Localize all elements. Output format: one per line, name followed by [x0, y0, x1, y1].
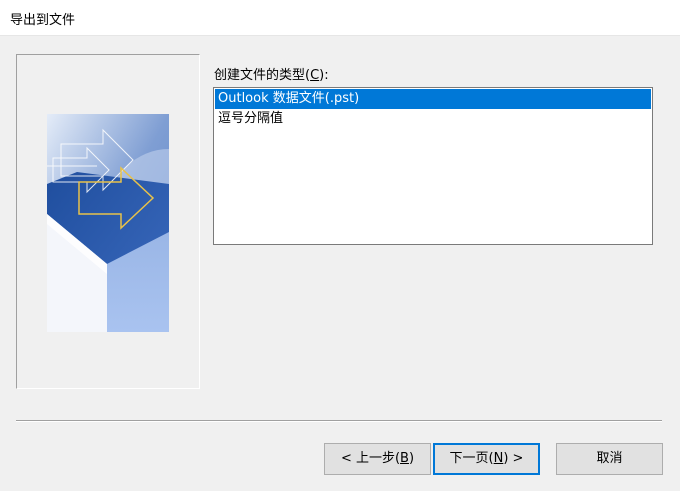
wizard-illustration: [47, 114, 169, 332]
list-item-pst[interactable]: Outlook 数据文件(.pst): [215, 89, 651, 109]
separator: [16, 420, 662, 422]
window-title: 导出到文件: [10, 13, 76, 28]
title-bar: 导出到文件: [0, 0, 680, 36]
wizard-image-panel: [16, 54, 200, 389]
file-type-listbox[interactable]: Outlook 数据文件(.pst) 逗号分隔值: [213, 87, 653, 245]
list-item-csv[interactable]: 逗号分隔值: [215, 109, 651, 129]
back-button[interactable]: < 上一步(B): [324, 443, 431, 475]
next-button[interactable]: 下一页(N) >: [433, 443, 540, 475]
file-type-label: 创建文件的类型(C):: [214, 68, 329, 83]
cancel-button[interactable]: 取消: [556, 443, 663, 475]
